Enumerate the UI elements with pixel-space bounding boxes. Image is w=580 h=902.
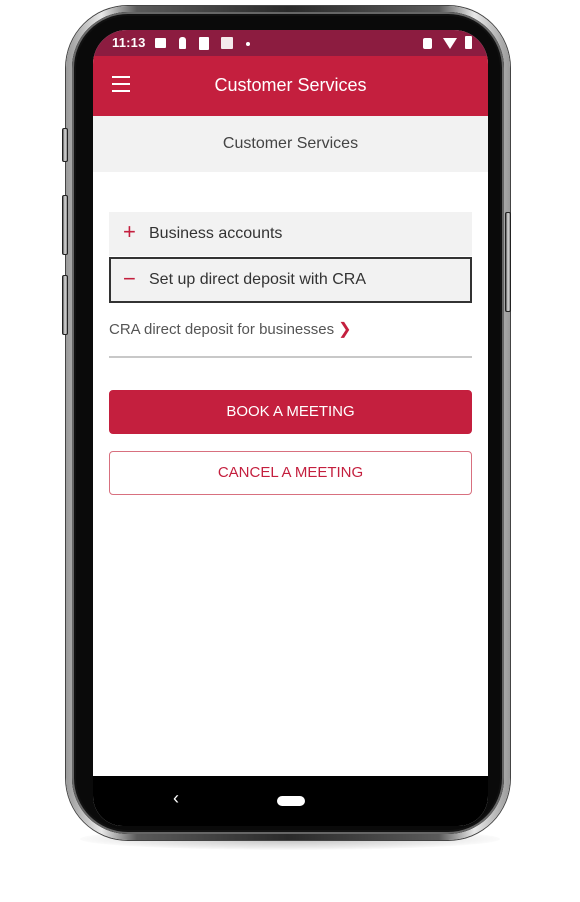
status-time: 11:13 [112, 35, 146, 50]
image-icon [155, 38, 166, 48]
back-icon[interactable]: ‹ [173, 788, 179, 809]
status-bar: 11:13 [93, 30, 488, 56]
phone-volume-down-button [62, 275, 68, 335]
accordion-label: Business accounts [149, 225, 283, 242]
accordion-business-accounts[interactable]: + Business accounts [109, 212, 472, 256]
sim-card-icon [199, 37, 209, 50]
phone-power-button [505, 212, 511, 312]
vibrate-icon [423, 38, 432, 49]
notification-dot-icon [246, 42, 250, 46]
divider [109, 356, 472, 358]
phone-volume-up-button [62, 195, 68, 255]
accordion-label: Set up direct deposit with CRA [149, 271, 366, 288]
phone-side-button-top-left [62, 128, 68, 162]
cibc-app-icon [221, 37, 233, 49]
system-nav-bar: ‹ [93, 776, 488, 826]
plus-icon: + [123, 219, 136, 244]
chevron-right-icon: ❯ [338, 321, 352, 338]
keyhole-icon [179, 37, 186, 49]
minus-icon: − [123, 266, 136, 291]
phone-screen: 11:13 Customer Services Customer Service… [93, 30, 488, 826]
book-meeting-button[interactable]: BOOK A MEETING [109, 390, 472, 434]
accordion-direct-deposit-cra[interactable]: − Set up direct deposit with CRA [109, 257, 472, 303]
app-bar-title: Customer Services [214, 75, 367, 95]
cancel-meeting-button[interactable]: CANCEL A MEETING [109, 451, 472, 495]
app-bar: Customer Services [93, 56, 488, 116]
page-title: Customer Services [93, 116, 488, 172]
cra-direct-deposit-link[interactable]: CRA direct deposit for businesses ❯ [109, 319, 352, 339]
home-pill-icon[interactable] [277, 796, 305, 806]
wifi-icon [443, 38, 457, 49]
link-label: CRA direct deposit for businesses [109, 321, 335, 338]
battery-icon [465, 36, 472, 49]
